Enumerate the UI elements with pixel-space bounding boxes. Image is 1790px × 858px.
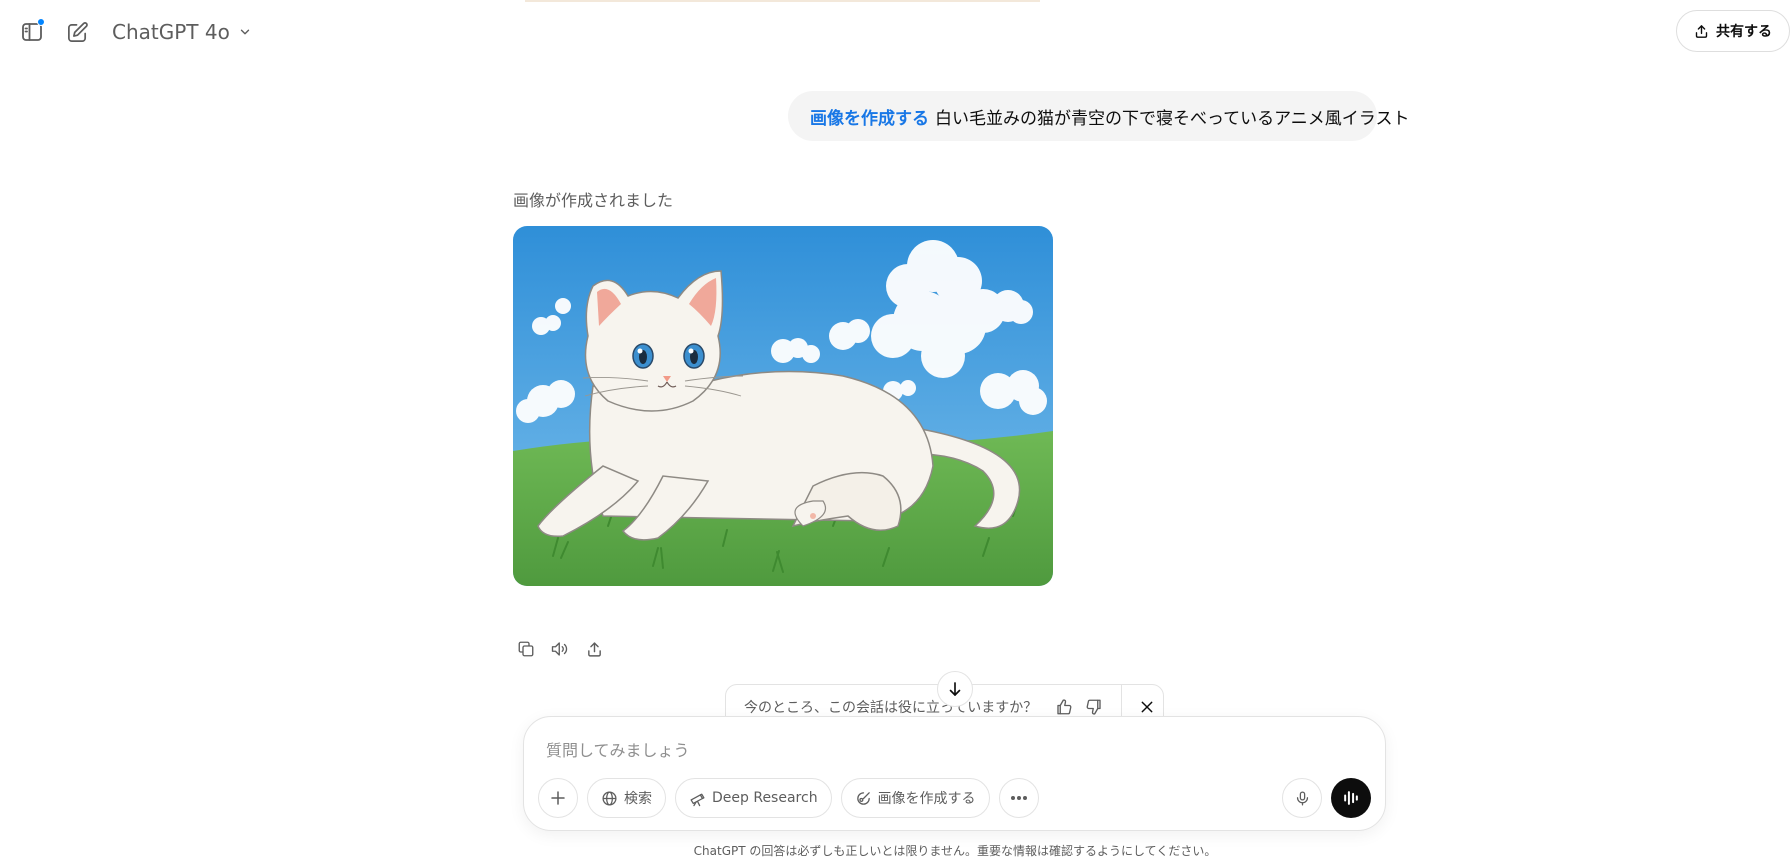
model-name: ChatGPT 4o (112, 20, 230, 44)
sidebar-toggle-button[interactable] (14, 14, 50, 50)
create-image-tag: 画像を作成する (810, 108, 929, 129)
cat-illustration (513, 226, 1053, 586)
dictate-button[interactable] (1282, 778, 1322, 818)
microphone-icon (1296, 790, 1308, 806)
globe-icon (602, 790, 617, 806)
share-icon (1695, 24, 1708, 38)
more-tools-button[interactable] (998, 778, 1039, 818)
message-actions (510, 633, 610, 665)
create-image-label: 画像を作成する (877, 791, 976, 807)
edit-icon (67, 21, 88, 42)
chevron-down-icon (240, 29, 250, 35)
scroll-edge-divider (525, 0, 1040, 2)
footer-disclaimer: ChatGPT の回答は必ずしも正しいとは限りません。重要な情報は確認するように… (693, 844, 1217, 858)
thumbs-up-icon (1057, 699, 1072, 715)
read-aloud-button[interactable] (544, 633, 576, 665)
upload-icon (587, 641, 601, 657)
deep-research-button[interactable]: Deep Research (675, 778, 832, 818)
copy-button[interactable] (510, 633, 542, 665)
model-selector[interactable]: ChatGPT 4o (104, 14, 260, 50)
more-dots-icon (1010, 796, 1027, 800)
deep-research-label: Deep Research (712, 790, 818, 806)
attach-button[interactable] (538, 778, 578, 818)
search-tool-button[interactable]: 検索 (587, 778, 666, 818)
arrow-down-icon (949, 682, 961, 696)
composer: 検索 Deep Research 画像を作成する (523, 716, 1386, 831)
copy-icon (518, 641, 534, 657)
image-created-status: 画像が作成されました (513, 191, 674, 210)
voice-waveform-icon (1344, 791, 1358, 805)
user-message-bubble: 画像を作成する 白い毛並みの猫が青空の下で寝そべっているアニメ風イラスト (788, 91, 1409, 141)
thumbs-down-icon (1086, 699, 1101, 715)
share-button[interactable]: 共有する (1676, 10, 1790, 52)
telescope-icon (690, 793, 705, 806)
speaker-icon (551, 642, 568, 656)
notification-dot (37, 18, 45, 26)
chatgpt-window: ChatGPT 4o 共有する 画像を作成する 白い毛並みの猫が青空の下で寝そべ… (0, 0, 1790, 858)
new-chat-button[interactable] (59, 14, 95, 50)
plus-icon (551, 791, 565, 805)
image-brush-icon (856, 791, 870, 805)
close-icon (1141, 701, 1153, 713)
user-message-text: 白い毛並みの猫が青空の下で寝そべっているアニメ風イラスト (935, 108, 1410, 129)
search-tool-label: 検索 (624, 791, 652, 807)
voice-mode-button[interactable] (1331, 778, 1371, 818)
composer-toolbar: 検索 Deep Research 画像を作成する (538, 778, 1371, 818)
share-label: 共有する (1716, 24, 1772, 40)
share-image-button[interactable] (578, 633, 610, 665)
scroll-to-bottom-button[interactable] (937, 671, 973, 707)
feedback-question: 今のところ、この会話は役に立っていますか？ (744, 700, 1038, 716)
generated-cat-image[interactable] (513, 226, 1053, 586)
create-image-button[interactable]: 画像を作成する (840, 778, 990, 818)
prompt-input[interactable] (546, 735, 1346, 765)
